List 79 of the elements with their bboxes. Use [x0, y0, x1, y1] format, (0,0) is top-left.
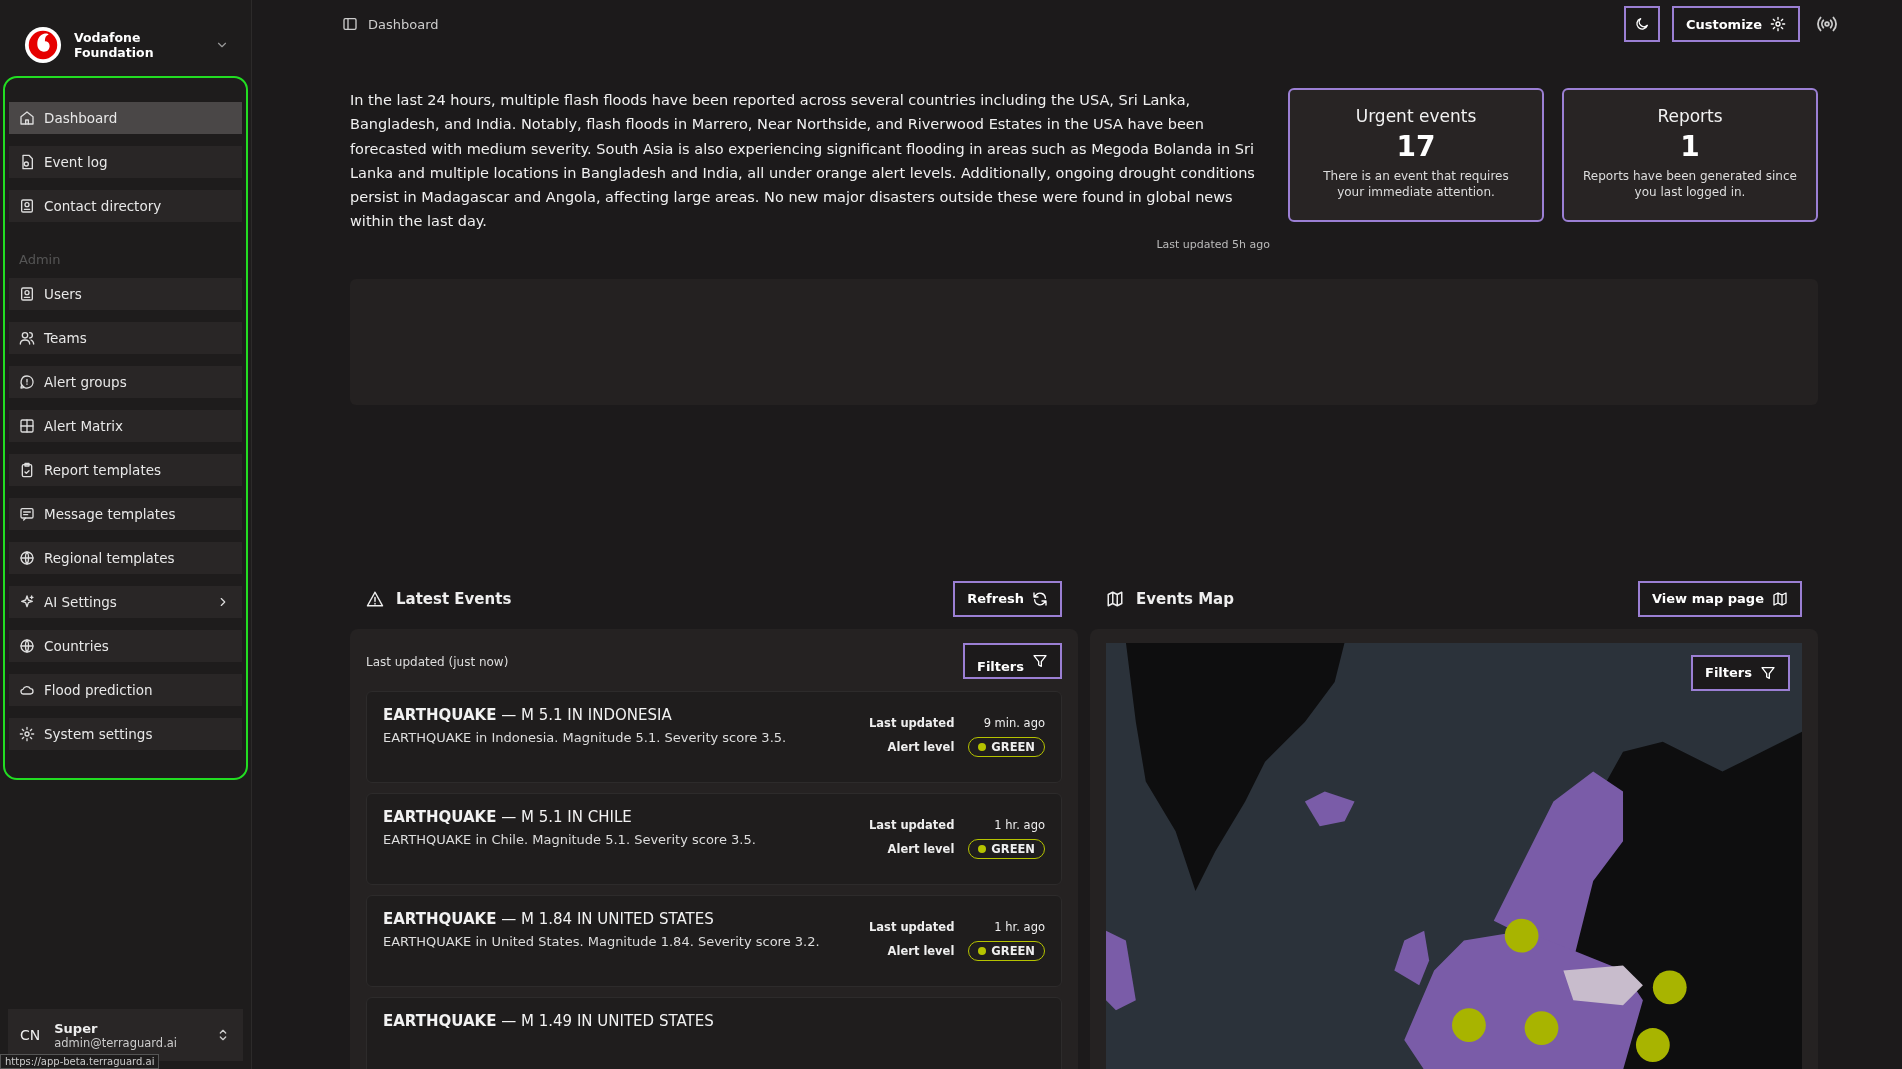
user-email: admin@terraguard.ai [54, 1035, 178, 1050]
card-title: Urgent events [1355, 106, 1477, 126]
user-name: Super [54, 1020, 99, 1036]
nav-item[interactable]: Teams [9, 322, 242, 354]
nav-item[interactable]: Dashboard [9, 102, 242, 134]
document-icon [19, 154, 35, 170]
house-icon [19, 110, 35, 126]
grid-icon [19, 418, 35, 434]
nav-item[interactable]: Report templates [9, 454, 242, 486]
summary-text: In the last 24 hours, multiple flash floods have been reported across several countries including the USA, Sri Lanka, Bangladesh, and India. Notably, flash floods in Marrero, Near Northside, and Riverwood Estates in the USA have been forecasted with medium severity. South Asia is also experiencing significant flooding in areas such as Megoda Bolanda in Sri Lanka and multiple locations in Bangladesh and India, all under orange alert levels. Additionally, ongoing drought conditions persist in Madagascar and Angola, affecting large areas. No new major disasters outside these were found in global news within the last day. [350, 91, 1256, 232]
event-card[interactable]: EARTHQUAKE — M 5.1 IN CHILE EARTHQUAKE in Chile. Magnitude 5.1. Severity score 3.5. Last updated 1 hr. ago Alert level GREEN [366, 792, 1062, 885]
contact-card-icon [19, 286, 35, 302]
theme-toggle-button[interactable] [1623, 6, 1660, 42]
moon-icon [1633, 16, 1650, 32]
map-icon [1772, 590, 1788, 607]
last-updated: Last updated (just now) [366, 654, 509, 669]
clipboard-icon [19, 462, 35, 478]
filters-button[interactable]: Filters [1691, 654, 1790, 691]
event-card[interactable]: EARTHQUAKE — M 1.84 IN UNITED STATES EARTHQUAKE in United States. Magnitude 1.84. Severity score 3.2. Last updated 1 hr. ago Alert level GREEN [366, 894, 1062, 987]
meta-label: Alert level [887, 943, 955, 958]
last-updated: Last updated 5h ago [1155, 237, 1270, 251]
nav-item[interactable]: Alert groups [9, 366, 242, 398]
globe-icon [19, 638, 35, 654]
meta-label: Last updated [869, 919, 955, 934]
filter-icon [1032, 652, 1048, 669]
updated-time: 1 hr. ago [994, 817, 1045, 832]
card-description: There is an event that requires your immediate attention. [1322, 169, 1510, 201]
section-heading: Admin [18, 251, 62, 266]
event-description: EARTHQUAKE in United States. Magnitude 1.84. Severity score 3.2. [383, 933, 820, 949]
people-icon [19, 330, 35, 346]
event-card[interactable]: EARTHQUAKE — M 1.49 IN UNITED STATES [366, 996, 1062, 1069]
breadcrumb[interactable]: Dashboard [368, 16, 439, 32]
meta-label: Last updated [869, 715, 955, 730]
meta-label: Alert level [887, 739, 955, 754]
event-title[interactable]: EARTHQUAKE — M 1.49 IN UNITED STATES [383, 1011, 714, 1030]
event-description: EARTHQUAKE in Indonesia. Magnitude 5.1. Severity score 3.5. [383, 729, 787, 745]
meta-label: Alert level [887, 841, 955, 856]
card-title: Reports [1657, 106, 1723, 126]
logo-icon [24, 26, 62, 64]
nav-item[interactable]: Event log [9, 146, 242, 178]
nav-item[interactable]: System settings [9, 718, 242, 750]
card-value: 1 [1680, 130, 1700, 163]
view-map-button[interactable]: View map page [1638, 580, 1802, 617]
filters-button[interactable]: Filters [963, 642, 1062, 679]
nav-item[interactable]: Message templates [9, 498, 242, 530]
event-description: EARTHQUAKE in Chile. Magnitude 5.1. Severity score 3.5. [383, 831, 756, 847]
map-icon [1106, 589, 1124, 608]
customize-button[interactable]: Customize [1671, 6, 1800, 42]
updated-time: 1 hr. ago [994, 919, 1045, 934]
refresh-icon [1032, 590, 1048, 607]
section-title: Latest Events [396, 589, 512, 608]
nav-item[interactable]: Countries [9, 630, 242, 662]
user-initials: CN [20, 1027, 41, 1043]
nav-item[interactable]: Alert Matrix [9, 410, 242, 442]
section-title: Events Map [1136, 589, 1234, 608]
sidebar-toggle-icon [342, 16, 358, 32]
event-title[interactable]: EARTHQUAKE — M 5.1 IN INDONESIA [383, 705, 787, 724]
warning-icon [366, 589, 384, 608]
nav-item[interactable]: Users [9, 278, 242, 310]
status-url: https://app-beta.terraguard.ai [0, 1054, 160, 1069]
message-icon [19, 506, 35, 522]
event-title[interactable]: EARTHQUAKE — M 1.84 IN UNITED STATES [383, 909, 820, 928]
refresh-button[interactable]: Refresh [953, 580, 1062, 617]
nav-item[interactable]: Contact directory [9, 190, 242, 222]
event-card[interactable]: EARTHQUAKE — M 5.1 IN INDONESIA EARTHQUAKE in Indonesia. Magnitude 5.1. Severity score 3.5. Last updated 9 min. ago Alert level GREEN [366, 690, 1062, 783]
organization-name: Vodafone Foundation [74, 30, 155, 60]
filter-icon [1760, 664, 1776, 681]
contact-card-icon [19, 198, 35, 214]
globe-icon [19, 550, 35, 566]
sparkle-icon [19, 594, 35, 610]
chat-bubble-icon [19, 374, 35, 390]
card-description: Reports have been generated since you last logged in. [1582, 169, 1798, 201]
event-title[interactable]: EARTHQUAKE — M 5.1 IN CHILE [383, 807, 756, 826]
nav-item[interactable]: Flood prediction [9, 674, 242, 706]
nav-item[interactable]: AI Settings [9, 586, 242, 618]
meta-label: Last updated [869, 817, 955, 832]
nav-item[interactable]: Regional templates [9, 542, 242, 574]
updated-time: 9 min. ago [983, 715, 1045, 730]
card-value: 17 [1396, 130, 1436, 163]
